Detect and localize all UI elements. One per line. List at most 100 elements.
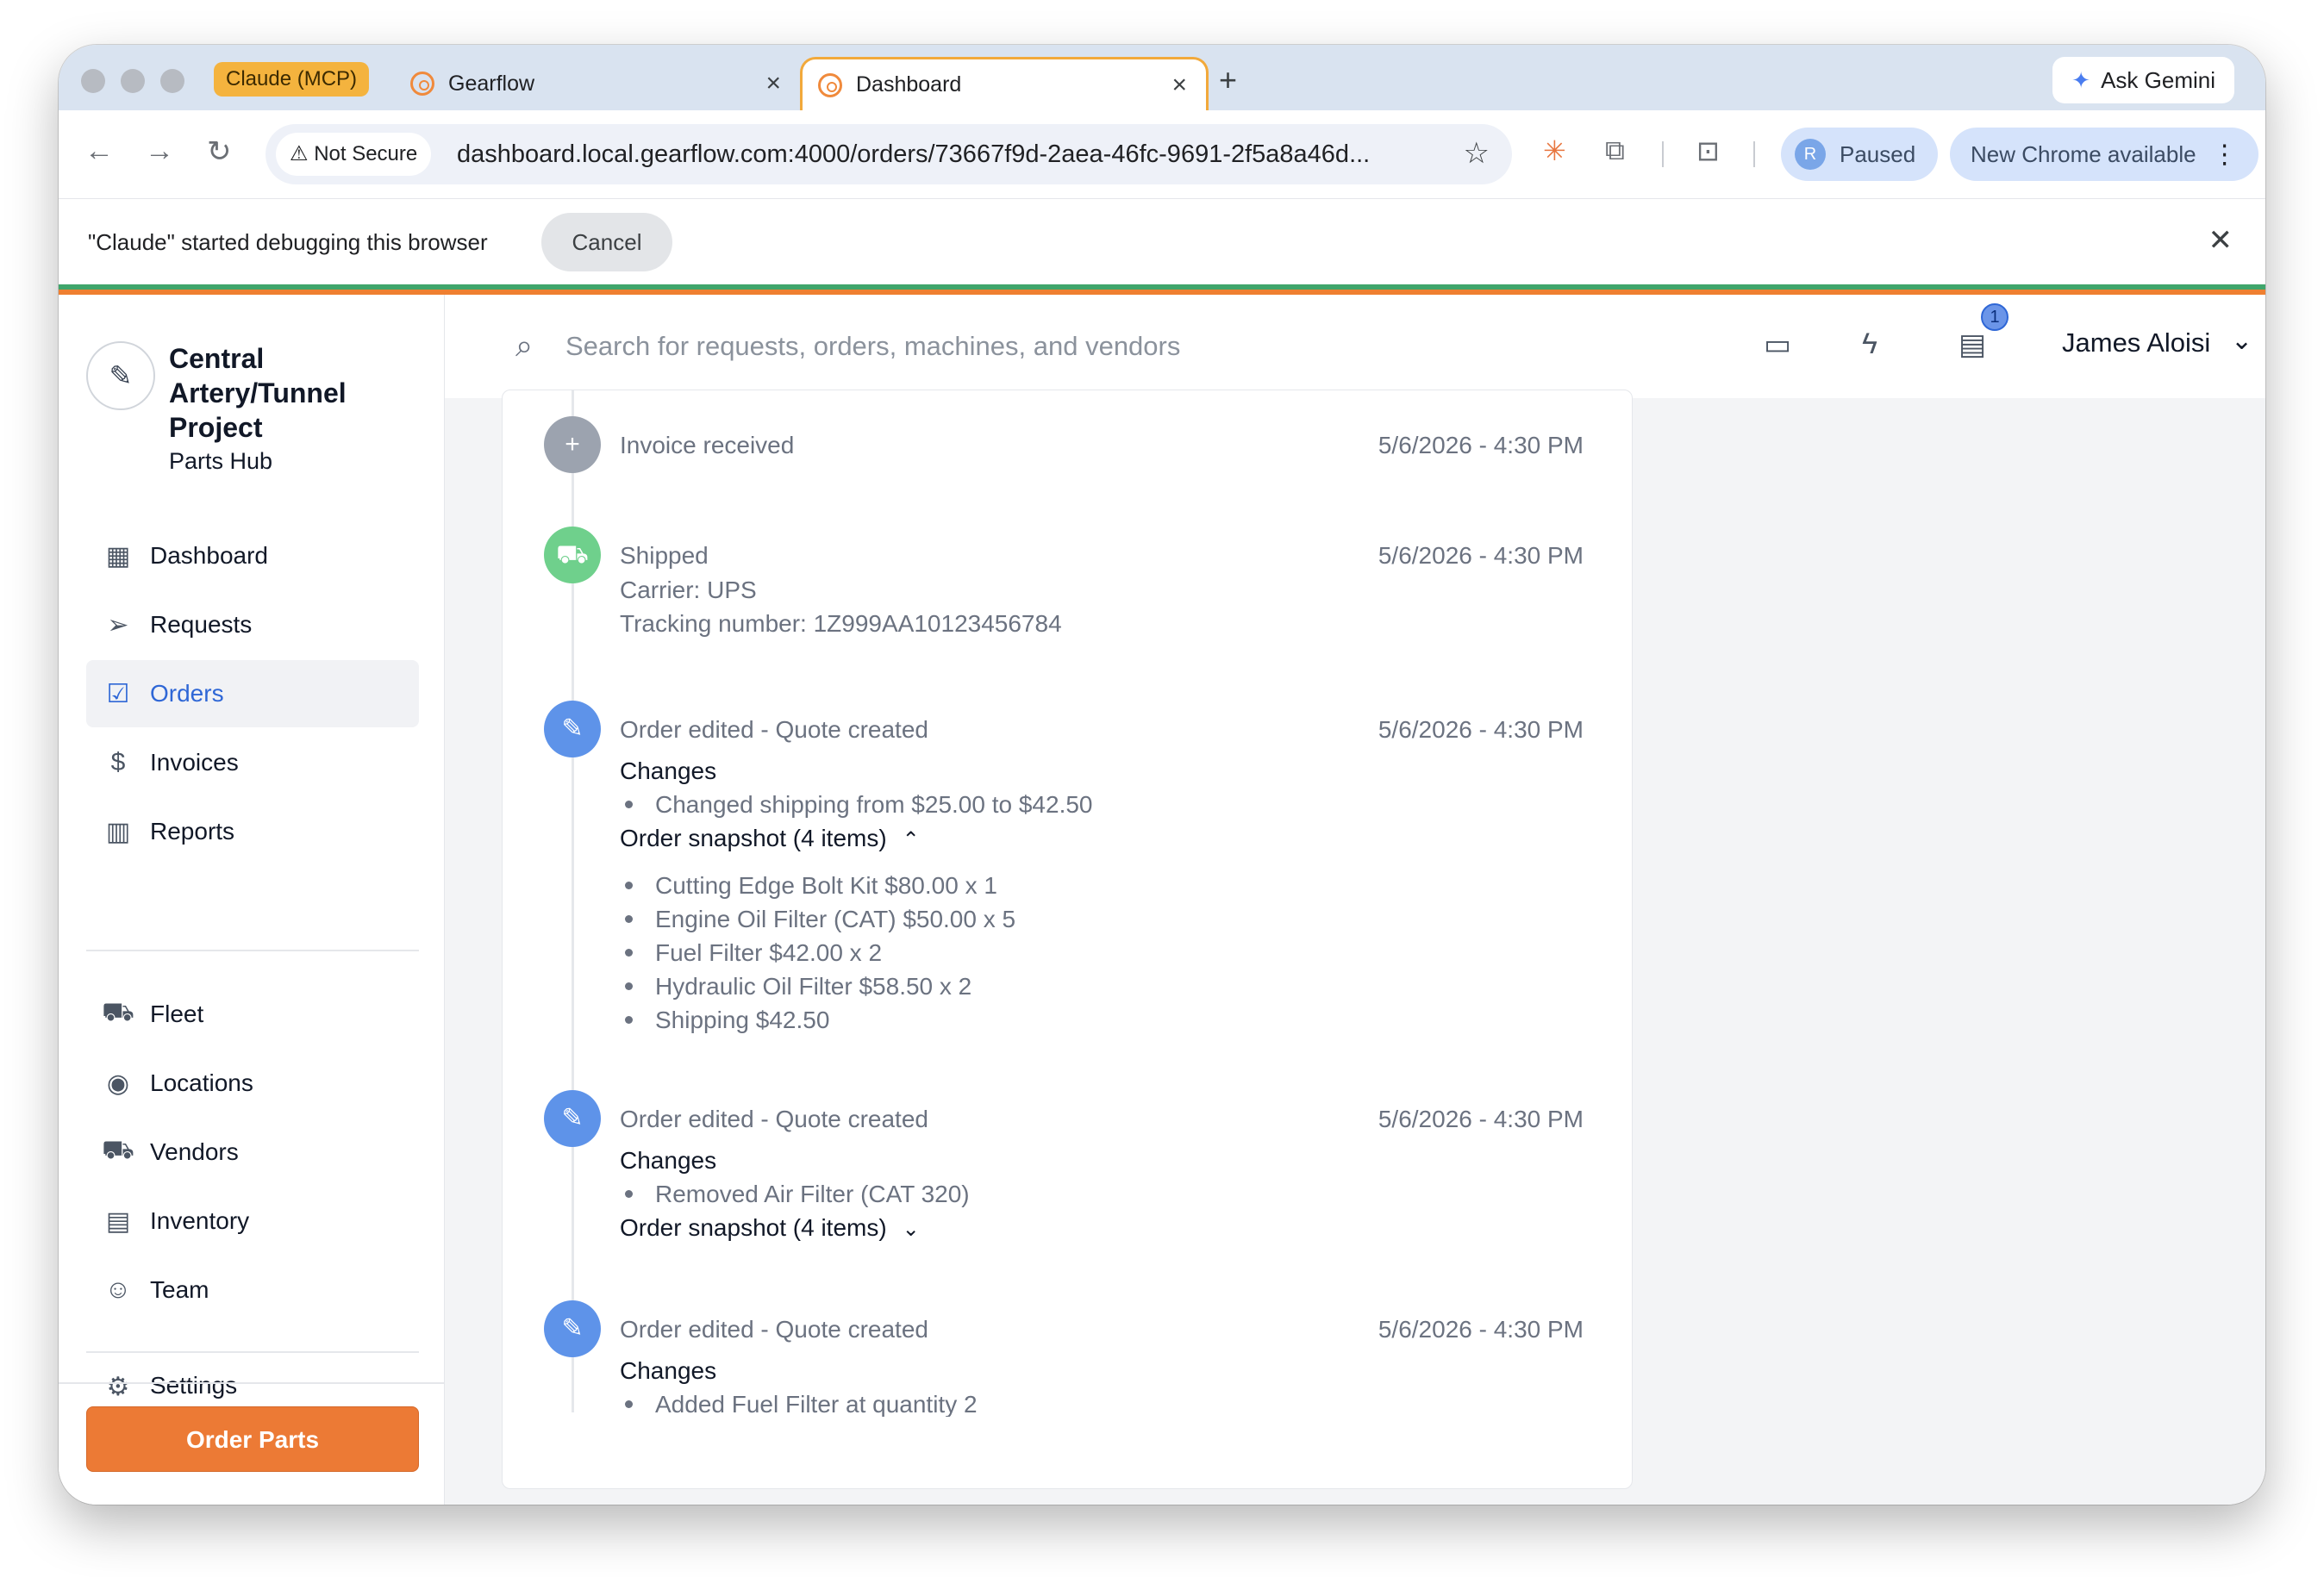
- sidebar: ✎ Central Artery/Tunnel Project Parts Hu…: [59, 295, 445, 1505]
- close-tab-icon[interactable]: ×: [1171, 71, 1187, 100]
- pencil-icon: ✎: [544, 1300, 601, 1357]
- sidebar-item-orders[interactable]: ☑ Orders: [86, 660, 419, 727]
- snapshot-item: Cutting Edge Bolt Kit $80.00 x 1: [620, 872, 997, 900]
- change-item: Changed shipping from $25.00 to $42.50: [620, 791, 1093, 819]
- update-label: New Chrome available: [1971, 140, 2196, 167]
- chevron-down-icon[interactable]: ⌄: [2231, 326, 2252, 356]
- new-tab-icon[interactable]: +: [1219, 62, 1237, 98]
- event-timestamp: 5/6/2026 - 4:30 PM: [1378, 432, 1584, 458]
- sidebar-item-label: Dashboard: [150, 542, 268, 569]
- close-window-button[interactable]: [81, 69, 105, 93]
- sidebar-divider: [86, 950, 419, 951]
- sidebar-item-label: Locations: [150, 1069, 253, 1096]
- order-parts-button[interactable]: Order Parts: [86, 1406, 419, 1472]
- sidebar-item-invoices[interactable]: $ Invoices: [86, 729, 419, 796]
- address-bar[interactable]: ⚠ Not Secure dashboard.local.gearflow.co…: [266, 124, 1512, 184]
- changes-heading: Changes: [620, 1147, 717, 1174]
- zoom-window-button[interactable]: [160, 69, 184, 93]
- browser-toolbar: ← → ↻ ⚠ Not Secure dashboard.local.gearf…: [59, 110, 2265, 198]
- event-title: Shipped: [620, 542, 709, 569]
- changes-heading: Changes: [620, 757, 717, 784]
- clipboard-tasks-icon[interactable]: ▤: [1959, 327, 1986, 362]
- edit-project-pencil-icon[interactable]: ✎: [86, 341, 155, 410]
- claude-extension-icon[interactable]: ✳: [1543, 134, 1566, 167]
- changes-heading: Changes: [620, 1357, 717, 1384]
- sidebar-item-label: Team: [150, 1276, 209, 1303]
- cancel-debugging-button[interactable]: Cancel: [541, 213, 672, 271]
- sidebar-item-label: Vendors: [150, 1138, 239, 1165]
- security-chip[interactable]: ⚠ Not Secure: [276, 133, 432, 176]
- gearflow-favicon-icon: [410, 72, 434, 96]
- extensions-puzzle-icon[interactable]: ⧉: [1605, 134, 1625, 167]
- event-timestamp: 5/6/2026 - 4:30 PM: [1378, 542, 1584, 569]
- truck-icon: ⛟: [102, 1136, 134, 1164]
- tab-gearflow[interactable]: Gearflow ×: [395, 57, 800, 110]
- sidebar-item-vendors[interactable]: ⛟ Vendors: [86, 1119, 419, 1186]
- chevron-up-icon: ⌃: [902, 828, 920, 851]
- search-icon: ⌕: [515, 327, 534, 363]
- url-text[interactable]: dashboard.local.gearflow.com:4000/orders…: [457, 124, 1370, 184]
- pencil-icon: ✎: [544, 1090, 601, 1147]
- sidebar-item-fleet[interactable]: ⛟ Fleet: [86, 981, 419, 1048]
- order-snapshot-toggle[interactable]: Order snapshot (4 items) ⌄: [620, 1214, 920, 1242]
- sidebar-divider: [86, 1351, 419, 1353]
- bookmark-star-icon[interactable]: ☆: [1464, 136, 1490, 171]
- update-chrome-button[interactable]: New Chrome available ⋮: [1950, 128, 2258, 181]
- ask-gemini-button[interactable]: ✦ Ask Gemini: [2052, 57, 2234, 103]
- lightning-bolt-icon[interactable]: ϟ: [1862, 327, 1877, 361]
- send-icon: ➢: [107, 610, 129, 639]
- event-timestamp: 5/6/2026 - 4:30 PM: [1378, 1106, 1584, 1132]
- clipboard-icon: ▤: [105, 1206, 131, 1236]
- kebab-menu-icon[interactable]: ⋮: [2212, 140, 2238, 170]
- profile-avatar: R: [1795, 139, 1826, 170]
- gemini-sparkle-icon: ✦: [2071, 67, 2091, 93]
- dashboard-icon: ▦: [105, 541, 131, 570]
- sidebar-item-label: Requests: [150, 611, 253, 638]
- sidebar-item-requests[interactable]: ➢ Requests: [86, 591, 419, 658]
- sidebar-item-label: Invoices: [150, 749, 239, 776]
- event-title: Order edited - Quote created: [620, 716, 928, 743]
- snapshot-item: Engine Oil Filter (CAT) $50.00 x 5: [620, 906, 1015, 933]
- profile-button[interactable]: R Paused: [1781, 128, 1939, 181]
- user-menu[interactable]: James Aloisi: [2062, 327, 2210, 358]
- close-tab-icon[interactable]: ×: [765, 69, 781, 98]
- gear-icon: ⚙: [106, 1373, 130, 1401]
- tab-title: Gearflow: [448, 71, 535, 96]
- tab-dashboard[interactable]: Dashboard ×: [800, 57, 1209, 110]
- sidebar-item-locations[interactable]: ◉ Locations: [86, 1050, 419, 1117]
- event-timestamp: 5/6/2026 - 4:30 PM: [1378, 716, 1584, 743]
- close-infobar-icon[interactable]: ✕: [2208, 223, 2233, 258]
- tracking-number[interactable]: Tracking number: 1Z999AA10123456784: [620, 610, 1062, 638]
- order-activity-timeline: + Invoice received 5/6/2026 - 4:30 PM ⛟ …: [502, 390, 1633, 1489]
- event-timestamp: 5/6/2026 - 4:30 PM: [1378, 1316, 1584, 1343]
- sidebar-item-label: Inventory: [150, 1207, 250, 1234]
- event-title: Order edited - Quote created: [620, 1106, 928, 1132]
- chat-message-icon[interactable]: ▭: [1764, 327, 1791, 362]
- top-header: ⌕ ▭ ϟ ▤ 1 James Aloisi ⌄: [445, 295, 2265, 398]
- warning-triangle-icon: ⚠: [290, 142, 309, 165]
- app-root: ✎ Central Artery/Tunnel Project Parts Hu…: [59, 295, 2265, 1505]
- sidebar-item-team[interactable]: ☺ Team: [86, 1256, 419, 1324]
- snapshot-item: Hydraulic Oil Filter $58.50 x 2: [620, 973, 971, 1000]
- bar-chart-icon: ▥: [105, 817, 131, 846]
- forward-arrow-icon[interactable]: →: [145, 134, 174, 168]
- sidebar-item-dashboard[interactable]: ▦ Dashboard: [86, 522, 419, 589]
- order-snapshot-toggle[interactable]: Order snapshot (4 items) ⌃: [620, 825, 920, 852]
- invoice-plus-icon: +: [544, 416, 601, 473]
- reload-icon[interactable]: ↻: [207, 134, 232, 169]
- back-arrow-icon[interactable]: ←: [84, 134, 114, 168]
- minimize-window-button[interactable]: [121, 69, 145, 93]
- tab-group-chip[interactable]: Claude (MCP): [214, 62, 370, 97]
- browser-window: Claude (MCP) Gearflow × Dashboard × + ✦ …: [59, 45, 2265, 1505]
- change-item: Removed Air Filter (CAT 320): [620, 1181, 970, 1208]
- security-label: Not Secure: [314, 142, 418, 165]
- truck-icon: ⛟: [544, 527, 601, 583]
- tab-search-icon[interactable]: ⊡: [1696, 134, 1720, 167]
- sidebar-item-reports[interactable]: ▥ Reports: [86, 798, 419, 865]
- pencil-icon: ✎: [544, 701, 601, 757]
- search-input[interactable]: [565, 321, 1341, 372]
- sidebar-item-label: Reports: [150, 818, 235, 845]
- event-title: Order edited - Quote created: [620, 1316, 928, 1343]
- sidebar-item-inventory[interactable]: ▤ Inventory: [86, 1187, 419, 1255]
- notification-count-badge: 1: [1981, 303, 2009, 331]
